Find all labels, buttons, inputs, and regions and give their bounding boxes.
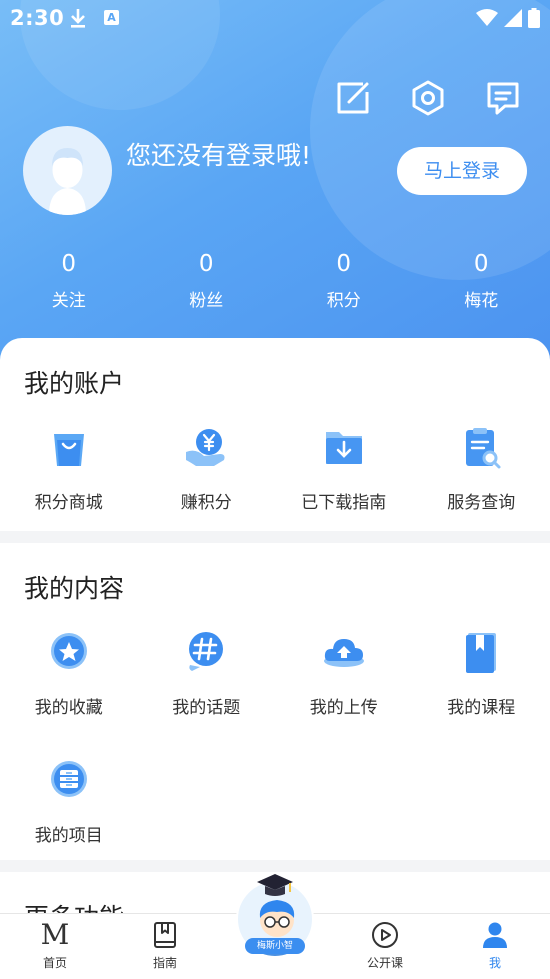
courses-item[interactable]: 我的课程: [413, 631, 550, 718]
earn-points-item[interactable]: 赚积分: [138, 426, 276, 513]
mascot-button[interactable]: 梅斯小智: [236, 872, 314, 958]
stat-points[interactable]: 0 积分: [275, 248, 413, 311]
download-icon: [71, 9, 85, 28]
section-title: 我的内容: [24, 574, 125, 603]
grid-label: 已下载指南: [301, 493, 387, 513]
stats-row: 0 关注 0 粉丝 0 积分 0 梅花: [0, 248, 550, 311]
m-logo-icon: M: [40, 918, 70, 951]
battery-icon: [528, 8, 540, 28]
grid-label: 我的项目: [34, 826, 103, 846]
topics-item[interactable]: 我的话题: [138, 631, 276, 718]
grid-label: 服务查询: [447, 493, 516, 513]
tab-me[interactable]: 我: [440, 914, 550, 979]
tab-label: 我: [488, 956, 501, 970]
wifi-icon: [476, 9, 498, 26]
grid-label: 我的收藏: [34, 698, 103, 718]
default-avatar-icon: [49, 148, 86, 215]
tab-guide[interactable]: 指南: [110, 914, 220, 979]
mascot-label: 梅斯小智: [245, 938, 305, 954]
person-icon: [483, 922, 507, 948]
tab-label: 公开课: [366, 956, 403, 970]
profile-header: 2:30 A 您还没有登录哦! 马上登录 0 关注 0 粉丝 0 积分 0 梅花: [0, 0, 550, 380]
text-a-icon: A: [104, 10, 119, 25]
stat-label: 梅花: [464, 291, 499, 311]
grid-label: 赚积分: [180, 493, 232, 513]
grid-label: 我的话题: [172, 698, 241, 718]
stat-value: 0: [61, 251, 77, 277]
login-button[interactable]: 马上登录: [397, 147, 527, 195]
stat-following[interactable]: 0 关注: [0, 248, 138, 311]
stat-label: 关注: [51, 291, 86, 311]
downloaded-guides-item[interactable]: 已下载指南: [275, 426, 413, 513]
document-search-icon: [466, 428, 501, 469]
book-icon: [154, 922, 176, 948]
section-title: 我的账户: [24, 369, 125, 398]
service-query-item[interactable]: 服务查询: [413, 426, 550, 513]
cabinet-icon: [50, 761, 87, 797]
login-prompt: 您还没有登录哦!: [126, 141, 312, 170]
avatar[interactable]: [23, 126, 112, 215]
graduation-cap-icon: [257, 874, 293, 896]
stat-label: 积分: [326, 291, 361, 311]
play-circle-icon: [372, 922, 398, 948]
stat-value: 0: [473, 251, 489, 277]
content-section: 我的内容 我的收藏 我的话题 我的上传 我的课程 我的项目: [0, 543, 550, 860]
points-mall-item[interactable]: 积分商城: [0, 426, 138, 513]
grid-label: 积分商城: [34, 493, 103, 513]
account-section: 我的账户 积分商城 赚积分 已下载指南 服务查询: [0, 338, 550, 531]
edit-icon[interactable]: [333, 78, 373, 118]
grid-label: 我的上传: [309, 698, 378, 718]
shopping-bag-icon: [53, 434, 84, 466]
stat-followers[interactable]: 0 粉丝: [138, 248, 276, 311]
stat-value: 0: [336, 251, 352, 277]
status-time: 2:30: [10, 6, 65, 30]
uploads-item[interactable]: 我的上传: [275, 631, 413, 718]
cloud-upload-icon: [323, 639, 364, 667]
favorites-item[interactable]: 我的收藏: [0, 631, 138, 718]
grid-label: 我的课程: [447, 698, 516, 718]
settings-icon[interactable]: [408, 78, 448, 118]
status-indicators: [476, 8, 540, 28]
yen-coin-icon: [186, 429, 225, 466]
hashtag-icon: [189, 632, 224, 671]
stat-value: 0: [198, 251, 214, 277]
bookmark-book-icon: [466, 633, 497, 673]
status-bar: 2:30 A: [0, 0, 550, 38]
tab-label: 指南: [152, 956, 177, 970]
message-icon[interactable]: [483, 78, 523, 118]
stat-plum[interactable]: 0 梅花: [413, 248, 550, 311]
tab-open-course[interactable]: 公开课: [330, 914, 440, 979]
download-folder-icon: [325, 432, 362, 464]
tab-home[interactable]: M 首页: [0, 914, 110, 979]
projects-item[interactable]: 我的项目: [0, 759, 138, 846]
signal-icon: [504, 9, 522, 27]
stat-label: 粉丝: [189, 291, 224, 311]
decorative-circle: [310, 0, 550, 280]
tab-label: 首页: [42, 956, 67, 970]
star-icon: [50, 633, 87, 669]
